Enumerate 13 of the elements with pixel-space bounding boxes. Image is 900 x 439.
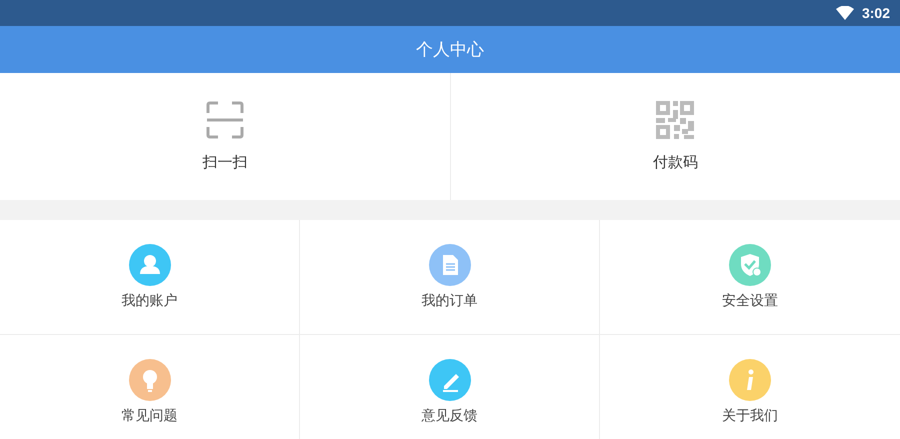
quick-action-tile[interactable]: 扫一扫	[0, 73, 450, 200]
wifi-icon	[836, 6, 854, 20]
menu-tile[interactable]: 常见问题	[0, 335, 300, 439]
menu-tile[interactable]: 关于我们	[600, 335, 900, 439]
menu-tile[interactable]: 安全设置	[600, 220, 900, 335]
clock-time: 3:02	[862, 5, 890, 21]
menu-tile[interactable]: 意见反馈	[300, 335, 600, 439]
qr-code-icon	[656, 101, 694, 139]
scan-icon	[206, 101, 244, 139]
quick-action-tile[interactable]: 付款码	[450, 73, 900, 200]
menu-tile[interactable]: 我的账户	[0, 220, 300, 335]
page-title: 个人中心	[416, 39, 484, 61]
menu-tile[interactable]: 我的订单	[300, 220, 600, 335]
